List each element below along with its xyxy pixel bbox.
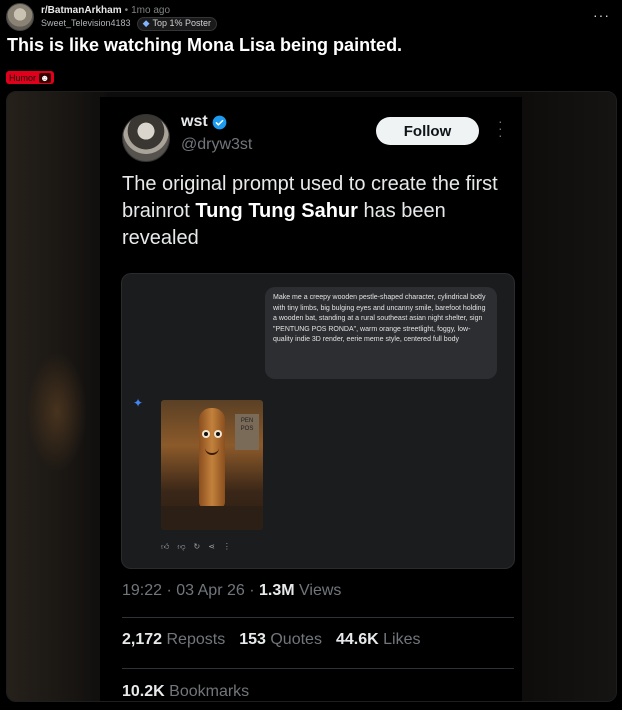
post-meta: r/BatmanArkham • 1mo ago Sweet_Television4…	[41, 4, 218, 31]
post-header: r/BatmanArkham • 1mo ago Sweet_Television4…	[6, 3, 218, 31]
tweet-bold-text: Tung Tung Sahur	[195, 200, 358, 222]
character-eye-left	[202, 430, 210, 438]
badge-label: Top 1% Poster	[152, 18, 212, 28]
likes-stat: 44.6K Likes	[335, 631, 421, 648]
more-options-icon[interactable]: ···	[593, 7, 610, 23]
bookmarks-stat: 10.2K Bookmarks	[122, 683, 250, 700]
separator-dot: •	[124, 4, 129, 16]
prompt-bubble: Make me a creepy wooden pestle-shaped ch…	[265, 287, 497, 379]
author-link[interactable]: Sweet_Television4183	[41, 17, 131, 30]
divider	[122, 617, 514, 618]
thumbs-up-icon: 👍︎	[161, 542, 170, 551]
thumbs-down-icon: 👎︎	[177, 542, 186, 551]
tweet-engagement: 2,172 Reposts 153 Quotes 44.6K Likes	[122, 631, 420, 649]
post-time: 1mo ago	[131, 4, 171, 16]
flair-label: Humor	[9, 72, 37, 83]
wooden-character	[199, 408, 225, 508]
tweet-text: The original prompt used to create the f…	[122, 173, 498, 249]
follow-button: Follow	[376, 117, 479, 145]
diamond-icon: ◆	[142, 18, 150, 28]
chevron-up-icon: ⌃	[476, 294, 482, 301]
character-mouth	[205, 448, 219, 455]
character-eye-right	[214, 430, 222, 438]
tweet-handle: @dryw3st	[181, 136, 253, 153]
floor	[161, 506, 263, 530]
views-count: 1.3M	[258, 582, 295, 599]
post-media[interactable]: wst @dryw3st Follow · · · The original pro…	[6, 91, 617, 702]
share-icon: ⋖	[208, 542, 215, 551]
tweet-more-icon: · · ·	[498, 113, 503, 143]
background-glow	[27, 352, 87, 472]
regenerate-icon: ↻	[193, 542, 201, 551]
top-poster-badge: ◆ Top 1% Poster	[136, 16, 218, 31]
tweet-screenshot: wst @dryw3st Follow · · · The original pro…	[100, 97, 522, 701]
flair-emoji-icon: ☻	[39, 72, 51, 83]
tweet-author-name: wst	[181, 113, 227, 131]
more-vertical-icon: ⋮	[222, 542, 231, 551]
reposts-stat: 2,172 Reposts	[122, 631, 226, 648]
blurred-background-right	[516, 92, 616, 701]
subreddit-link[interactable]: r/BatmanArkham	[41, 5, 122, 16]
tweet-timestamp: 19:22 · 03 Apr 26 · 1.3M Views	[122, 582, 342, 599]
divider	[122, 668, 514, 669]
prompt-text: Make me a creepy wooden pestle-shaped ch…	[273, 294, 486, 343]
response-actions: 👍︎ 👎︎ ↻ ⋖ ⋮	[161, 542, 231, 552]
verified-badge-icon	[212, 115, 227, 129]
post-flair[interactable]: Humor ☻	[6, 71, 54, 84]
gemini-sparkle-icon: ✦	[133, 396, 144, 410]
quotes-stat: 153 Quotes	[239, 631, 322, 648]
sign: PEN POS	[235, 414, 259, 450]
post-title[interactable]: This is like watching Mona Lisa being pa…	[7, 35, 402, 56]
tweet-avatar	[122, 114, 170, 162]
chat-screenshot: Make me a creepy wooden pestle-shaped ch…	[121, 273, 515, 569]
generated-image: PEN POS	[161, 400, 263, 530]
subreddit-avatar[interactable]	[6, 3, 34, 31]
